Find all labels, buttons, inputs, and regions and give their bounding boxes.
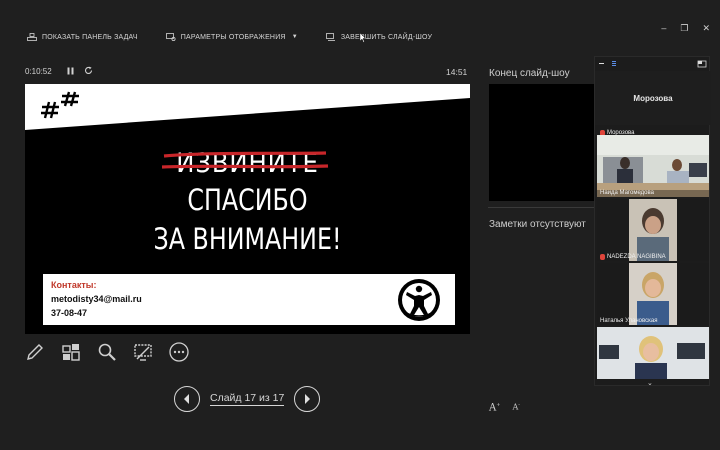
contact-phone: 37-08-47 (51, 308, 88, 318)
participant-name: NADEZDA NAGIBINA (597, 254, 709, 261)
pen-icon[interactable] (24, 341, 46, 363)
contact-email: metodisty34@mail.ru (51, 294, 142, 304)
current-time: 14:51 (446, 67, 468, 77)
participant-name: Наида Магомедова (597, 190, 709, 197)
thanks-line-1: СПАСИБО (187, 183, 308, 217)
close-button[interactable]: ✕ (702, 23, 710, 34)
show-taskbar-label: ПОКАЗАТЬ ПАНЕЛЬ ЗАДАЧ (42, 33, 138, 41)
participant-video (597, 327, 709, 379)
previous-slide-button[interactable] (174, 386, 200, 412)
chevron-right-icon (305, 394, 311, 404)
chevron-left-icon (184, 394, 189, 404)
contacts-box: Контакты: metodisty34@mail.ru 37-08-47 (43, 274, 455, 325)
participant-tile[interactable]: Наида Магомедова (597, 135, 709, 197)
contacts-title: Контакты: (51, 280, 97, 290)
participant-video (597, 135, 709, 197)
slide-navigation: Слайд 17 из 17 (174, 386, 321, 412)
restart-icon[interactable] (84, 66, 93, 77)
slide-top-banner (25, 84, 470, 130)
participant-tile[interactable]: Наталья Улановская (597, 263, 709, 325)
end-slideshow-icon (325, 33, 335, 41)
zoom-icon[interactable] (96, 341, 118, 363)
decrease-font-icon[interactable]: A- (512, 402, 519, 413)
window-controls: – ❐ ✕ (661, 23, 710, 34)
end-slideshow-label: ЗАВЕРШИТЬ СЛАЙД-ШОУ (340, 33, 433, 41)
display-settings-label: ПАРАМЕТРЫ ОТОБРАЖЕНИЯ (180, 33, 286, 41)
mouse-cursor-icon (360, 33, 366, 43)
participant-tile[interactable] (597, 327, 709, 379)
slides-grid-icon[interactable] (60, 341, 82, 363)
slide-counter[interactable]: Слайд 17 из 17 (210, 392, 285, 406)
presenter-tools (24, 341, 190, 363)
active-speaker-name: Морозова (595, 71, 711, 125)
show-taskbar-button[interactable]: ПОКАЗАТЬ ПАНЕЛЬ ЗАДАЧ (25, 29, 140, 45)
current-slide[interactable]: ИЗВИНИТЕ СПАСИБО ЗА ВНИМАНИЕ! Контакты: … (25, 84, 470, 334)
video-panel-header (599, 60, 707, 68)
pause-icon[interactable] (67, 67, 74, 77)
participant-name (597, 378, 709, 379)
participant-tile[interactable]: NADEZDA NAGIBINA (597, 199, 709, 261)
increase-font-icon[interactable]: A+ (489, 402, 500, 413)
speaker-notes[interactable]: Заметки отсутствуют (489, 219, 595, 230)
participant-video (597, 199, 709, 261)
next-slide-preview (489, 84, 597, 201)
next-slide-title: Конец слайд-шоу (489, 68, 570, 79)
muted-mic-icon (600, 254, 605, 260)
emblem-logo-icon (398, 279, 440, 321)
display-settings-icon (165, 33, 176, 41)
next-slide-button[interactable] (294, 386, 321, 412)
presenter-toolbar: ПОКАЗАТЬ ПАНЕЛЬ ЗАДАЧ ПАРАМЕТРЫ ОТОБРАЖЕ… (0, 24, 600, 50)
participant-name: Наталья Улановская (600, 318, 658, 324)
end-slideshow-button[interactable]: ЗАВЕРШИТЬ СЛАЙД-ШОУ (324, 29, 434, 45)
display-settings-button[interactable]: ПАРАМЕТРЫ ОТОБРАЖЕНИЯ ▼ (164, 29, 300, 45)
restore-button[interactable]: ❐ (680, 23, 688, 34)
taskbar-icon (27, 33, 37, 41)
thanks-line-2: ЗА ВНИМАНИЕ! (153, 222, 342, 256)
font-size-controls: A+ A- (489, 402, 520, 413)
chevron-down-icon[interactable]: ⌄ (647, 379, 653, 387)
elapsed-timer: 0:10:52 (25, 67, 52, 76)
minimize-button[interactable]: – (661, 23, 666, 34)
video-call-panel: Морозова Морозова Наида Магомедова NADEZ… (594, 56, 711, 387)
caret-down-icon: ▼ (291, 34, 298, 40)
more-icon[interactable] (168, 341, 190, 363)
red-strikethrough (161, 151, 329, 169)
participant-video (597, 263, 709, 325)
pane-divider[interactable] (488, 207, 596, 208)
screen-icon[interactable] (132, 341, 154, 363)
